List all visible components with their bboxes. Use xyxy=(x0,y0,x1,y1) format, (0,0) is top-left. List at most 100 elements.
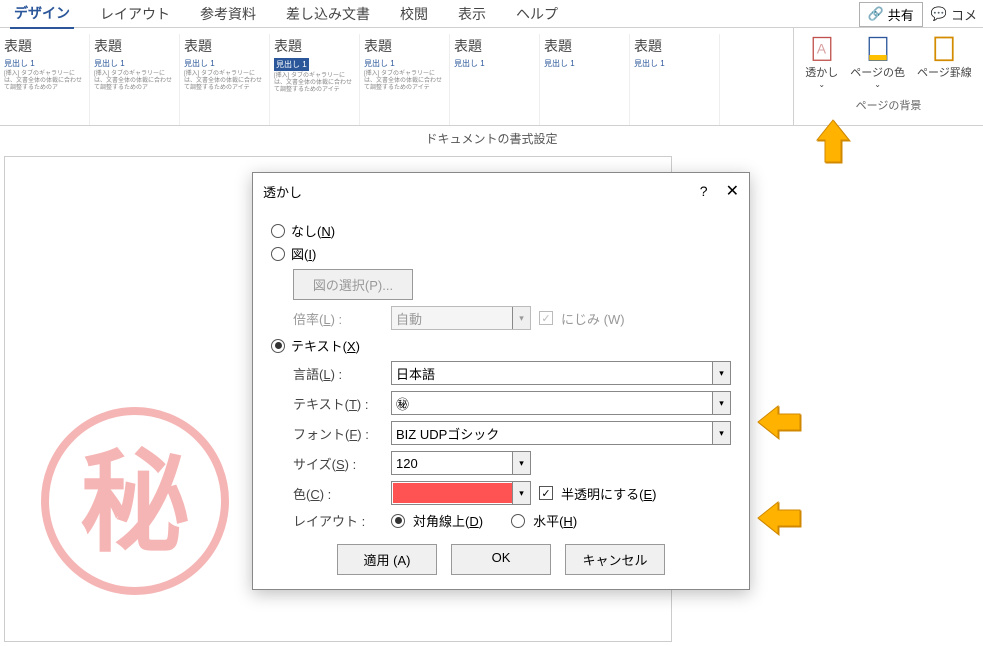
chevron-down-icon: ▾ xyxy=(512,307,530,329)
gallery-sub: 見出し 1 xyxy=(544,58,625,69)
topright-controls: 🔗 共有 💬 コメ xyxy=(859,0,983,28)
ribbon-body: 表題見出し 1[挿入] タブのギャラリーには、文書全体の体裁に合わせて調整するた… xyxy=(0,28,983,126)
option-none-label: なし(N) xyxy=(291,221,335,240)
page-color-icon xyxy=(864,34,892,62)
option-picture-label: 図(I) xyxy=(291,244,316,263)
comment-label: コメ xyxy=(951,5,977,24)
share-label: 共有 xyxy=(888,5,914,24)
radio-picture[interactable] xyxy=(271,247,285,261)
page-border-label: ページ罫線 xyxy=(917,64,972,80)
scale-value: 自動 xyxy=(396,309,422,328)
watermark-dialog: 透かし ? ✕ なし(N) 図(I) 図の選択(P)... 倍率(L) : 自動… xyxy=(252,172,750,590)
option-text[interactable]: テキスト(X) xyxy=(271,336,731,355)
text-label: テキスト(T) : xyxy=(293,394,383,413)
gallery-desc: [挿入] タブのギャラリーには、文書全体の体裁に合わせて調整するためのアイテ xyxy=(364,71,445,93)
size-label: サイズ(S) : xyxy=(293,454,383,473)
watermark-label: 透かし xyxy=(805,64,838,80)
watermark-icon: A xyxy=(808,34,836,62)
font-value: BIZ UDPゴシック xyxy=(396,424,499,443)
gallery-item[interactable]: 表題見出し 1[挿入] タブのギャラリーには、文書全体の体裁に合わせて調整するた… xyxy=(270,34,360,125)
semitransparent-label: 半透明にする(E) xyxy=(561,484,656,503)
radio-text[interactable] xyxy=(271,339,285,353)
gallery-sub: 見出し 1 xyxy=(184,58,265,69)
page-background-group: A 透かし ⌄ ページの色 ⌄ ページ罫線 ページの背景 xyxy=(793,28,983,125)
tab-mailings[interactable]: 差し込み文書 xyxy=(282,0,374,28)
gallery-item[interactable]: 表題見出し 1 xyxy=(450,34,540,125)
picture-select-button[interactable]: 図の選択(P)... xyxy=(293,269,413,300)
page-background-label: ページの背景 xyxy=(856,97,922,113)
comment-icon: 💬 xyxy=(931,6,947,22)
page-color-button[interactable]: ページの色 ⌄ xyxy=(848,32,907,91)
language-select[interactable]: 日本語 ▾ xyxy=(391,361,731,385)
scale-select[interactable]: 自動 ▾ xyxy=(391,306,531,330)
tab-view[interactable]: 表示 xyxy=(454,0,490,28)
tab-layout[interactable]: レイアウト xyxy=(96,0,174,28)
radio-horizontal[interactable] xyxy=(511,514,525,528)
font-select[interactable]: BIZ UDPゴシック ▾ xyxy=(391,421,731,445)
page-border-button[interactable]: ページ罫線 xyxy=(915,32,974,91)
gallery-title: 表題 xyxy=(184,36,265,56)
option-none[interactable]: なし(N) xyxy=(271,221,731,240)
dialog-close-button[interactable]: ✕ xyxy=(726,181,739,201)
language-value: 日本語 xyxy=(396,364,435,383)
ribbon-tabs: デザイン レイアウト 参考資料 差し込み文書 校閲 表示 ヘルプ xyxy=(0,0,983,28)
gallery-item[interactable]: 表題見出し 1 xyxy=(540,34,630,125)
gallery-sub: 見出し 1 xyxy=(94,58,175,69)
gallery-sub: 見出し 1 xyxy=(454,58,535,69)
gallery-item[interactable]: 表題見出し 1 [挿入] タブのギャラリーには、文書全体の体裁に合わせて調整するた… xyxy=(180,34,270,125)
text-value: ㊙ xyxy=(396,394,409,413)
dialog-body: なし(N) 図(I) 図の選択(P)... 倍率(L) : 自動 ▾ にじみ (… xyxy=(253,209,749,589)
gallery-title: 表題 xyxy=(544,36,625,56)
gallery-desc: [挿入] タブのギャラリーには、文書全体の体裁に合わせて調整するためのアイテ xyxy=(274,73,355,95)
chevron-down-icon: ▾ xyxy=(712,422,730,444)
color-label: 色(C) : xyxy=(293,484,383,503)
gallery-item[interactable]: 表題見出し 1 [挿入] タブのギャラリーには、文書全体の体裁に合わせて調整するた… xyxy=(90,34,180,125)
gallery-title: 表題 xyxy=(4,36,85,56)
gallery-desc: [挿入] タブのギャラリーには、文書全体の体裁に合わせて調整するためのア xyxy=(94,71,175,93)
page-border-icon xyxy=(930,34,958,62)
dialog-buttons: 適用 (A) OK キャンセル xyxy=(271,544,731,575)
washout-label: にじみ (W) xyxy=(561,309,625,328)
gallery-title: 表題 xyxy=(94,36,175,56)
gallery-sub: 見出し 1 xyxy=(4,58,85,69)
dialog-help-button[interactable]: ? xyxy=(700,183,708,199)
tab-help[interactable]: ヘルプ xyxy=(512,0,562,28)
washout-checkbox[interactable] xyxy=(539,311,553,325)
color-select[interactable]: ▾ xyxy=(391,481,531,505)
gallery-title: 表題 xyxy=(454,36,535,56)
gallery-item[interactable]: 表題見出し 1[挿入] タブのギャラリーには、文書全体の体裁に合わせて調整するた… xyxy=(360,34,450,125)
radio-diagonal[interactable] xyxy=(391,514,405,528)
gallery-desc: [挿入] タブのギャラリーには、文書全体の体裁に合わせて調整するためのアイテ xyxy=(184,71,265,93)
semitransparent-checkbox[interactable] xyxy=(539,486,553,500)
cancel-button[interactable]: キャンセル xyxy=(565,544,665,575)
watermark-button[interactable]: A 透かし ⌄ xyxy=(803,32,840,91)
language-label: 言語(L) : xyxy=(293,364,383,383)
annotation-arrow-up xyxy=(813,118,853,173)
watermark-stamp-icon: 秘 xyxy=(35,401,235,601)
font-label: フォント(F) : xyxy=(293,424,383,443)
size-select[interactable]: 120 ▾ xyxy=(391,451,531,475)
option-text-label: テキスト(X) xyxy=(291,336,360,355)
comment-button[interactable]: 💬 コメ xyxy=(931,5,977,24)
chevron-down-icon: ⌄ xyxy=(874,80,881,89)
option-picture[interactable]: 図(I) xyxy=(271,244,731,263)
share-button[interactable]: 🔗 共有 xyxy=(859,2,923,27)
page-color-label: ページの色 xyxy=(850,64,905,80)
gallery-sub: 見出し 1 xyxy=(274,58,309,71)
annotation-arrow-left xyxy=(756,402,806,447)
gallery-item[interactable]: 表題見出し 1[挿入] タブのギャラリーには、文書全体の体裁に合わせて調整するた… xyxy=(0,34,90,125)
chevron-down-icon: ▾ xyxy=(712,392,730,414)
tab-review[interactable]: 校閲 xyxy=(396,0,432,28)
annotation-arrow-left xyxy=(756,498,806,543)
tab-references[interactable]: 参考資料 xyxy=(196,0,260,28)
radio-none[interactable] xyxy=(271,224,285,238)
gallery-item[interactable]: 表題見出し 1 xyxy=(630,34,720,125)
tab-design[interactable]: デザイン xyxy=(10,0,74,29)
gallery-sub: 見出し 1 xyxy=(364,58,445,69)
text-select[interactable]: ㊙ ▾ xyxy=(391,391,731,415)
svg-text:秘: 秘 xyxy=(80,442,190,565)
apply-button[interactable]: 適用 (A) xyxy=(337,544,437,575)
ok-button[interactable]: OK xyxy=(451,544,551,575)
gallery-sub: 見出し 1 xyxy=(634,58,715,69)
chevron-down-icon: ▾ xyxy=(512,452,530,474)
